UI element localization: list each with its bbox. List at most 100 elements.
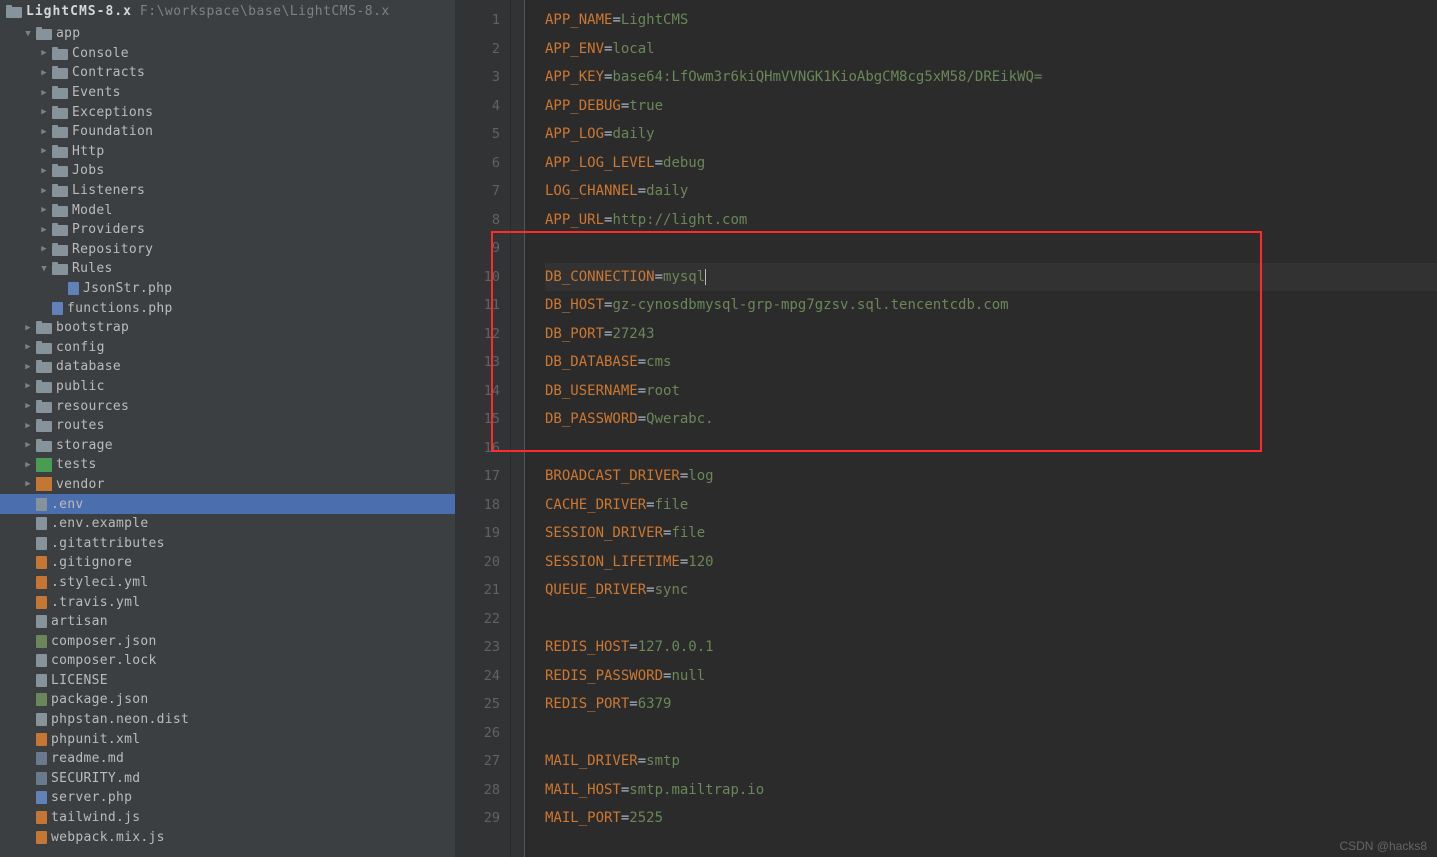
tree-item[interactable]: .env.example: [0, 514, 455, 534]
project-sidebar[interactable]: LightCMS-8.x F:\workspace\base\LightCMS-…: [0, 0, 455, 857]
tree-item[interactable]: public: [0, 377, 455, 397]
code-line[interactable]: DB_PASSWORD=Qwerabc.: [545, 405, 1437, 434]
chevron-right-icon[interactable]: [22, 439, 34, 451]
tree-item[interactable]: storage: [0, 435, 455, 455]
code-line[interactable]: MAIL_DRIVER=smtp: [545, 747, 1437, 776]
code-line[interactable]: APP_LOG=daily: [545, 120, 1437, 149]
code-line[interactable]: SESSION_DRIVER=file: [545, 519, 1437, 548]
code-line[interactable]: DB_DATABASE=cms: [545, 348, 1437, 377]
code-line[interactable]: APP_ENV=local: [545, 35, 1437, 64]
chevron-right-icon[interactable]: [38, 224, 50, 236]
tree-item[interactable]: phpunit.xml: [0, 729, 455, 749]
chevron-right-icon[interactable]: [38, 87, 50, 99]
tree-item[interactable]: readme.md: [0, 749, 455, 769]
tree-item[interactable]: package.json: [0, 690, 455, 710]
code-line[interactable]: DB_PORT=27243: [545, 320, 1437, 349]
code-line[interactable]: LOG_CHANNEL=daily: [545, 177, 1437, 206]
tree-item[interactable]: database: [0, 357, 455, 377]
tree-item[interactable]: bootstrap: [0, 318, 455, 338]
tree-item[interactable]: tests: [0, 455, 455, 475]
tree-item[interactable]: Console: [0, 44, 455, 64]
chevron-right-icon[interactable]: [22, 478, 34, 490]
code-line[interactable]: REDIS_PORT=6379: [545, 690, 1437, 719]
chevron-right-icon[interactable]: [38, 185, 50, 197]
chevron-right-icon[interactable]: [38, 47, 50, 59]
chevron-right-icon[interactable]: [38, 126, 50, 138]
tree-item[interactable]: resources: [0, 396, 455, 416]
code-line[interactable]: DB_CONNECTION=mysql: [545, 263, 1437, 292]
tree-item[interactable]: composer.lock: [0, 651, 455, 671]
code-line[interactable]: DB_USERNAME=root: [545, 377, 1437, 406]
project-tree[interactable]: appConsoleContractsEventsExceptionsFound…: [0, 22, 455, 849]
file-icon: [36, 517, 47, 530]
tree-item[interactable]: artisan: [0, 612, 455, 632]
tree-item[interactable]: webpack.mix.js: [0, 827, 455, 847]
chevron-down-icon[interactable]: [22, 28, 34, 40]
chevron-right-icon[interactable]: [38, 106, 50, 118]
tree-item[interactable]: JsonStr.php: [0, 279, 455, 299]
chevron-right-icon[interactable]: [22, 459, 34, 471]
code-line[interactable]: SESSION_LIFETIME=120: [545, 548, 1437, 577]
code-line[interactable]: BROADCAST_DRIVER=log: [545, 462, 1437, 491]
project-header[interactable]: LightCMS-8.x F:\workspace\base\LightCMS-…: [0, 0, 455, 22]
tree-item[interactable]: .travis.yml: [0, 592, 455, 612]
tree-item[interactable]: Providers: [0, 220, 455, 240]
code-line[interactable]: REDIS_HOST=127.0.0.1: [545, 633, 1437, 662]
chevron-right-icon[interactable]: [22, 400, 34, 412]
chevron-right-icon[interactable]: [22, 322, 34, 334]
tree-item[interactable]: Http: [0, 142, 455, 162]
tree-item[interactable]: Events: [0, 83, 455, 103]
spacer: [22, 831, 34, 843]
code-line[interactable]: MAIL_HOST=smtp.mailtrap.io: [545, 776, 1437, 805]
tree-item[interactable]: Contracts: [0, 63, 455, 83]
tree-item[interactable]: .styleci.yml: [0, 573, 455, 593]
code-line[interactable]: MAIL_PORT=2525: [545, 804, 1437, 833]
code-line[interactable]: REDIS_PASSWORD=null: [545, 662, 1437, 691]
chevron-right-icon[interactable]: [22, 341, 34, 353]
code-line[interactable]: APP_LOG_LEVEL=debug: [545, 149, 1437, 178]
editor-pane[interactable]: 1234567891011121314151617181920212223242…: [455, 0, 1437, 857]
code-line[interactable]: CACHE_DRIVER=file: [545, 491, 1437, 520]
tree-item[interactable]: composer.json: [0, 631, 455, 651]
tree-item[interactable]: Exceptions: [0, 102, 455, 122]
code-line[interactable]: [545, 434, 1437, 463]
chevron-right-icon[interactable]: [38, 145, 50, 157]
chevron-right-icon[interactable]: [38, 243, 50, 255]
code-line[interactable]: QUEUE_DRIVER=sync: [545, 576, 1437, 605]
chevron-right-icon[interactable]: [38, 204, 50, 216]
chevron-right-icon[interactable]: [22, 380, 34, 392]
chevron-right-icon[interactable]: [22, 420, 34, 432]
code-line[interactable]: APP_DEBUG=true: [545, 92, 1437, 121]
tree-item[interactable]: app: [0, 24, 455, 44]
tree-item[interactable]: Listeners: [0, 181, 455, 201]
chevron-down-icon[interactable]: [38, 263, 50, 275]
tree-item[interactable]: server.php: [0, 788, 455, 808]
code-line[interactable]: [545, 605, 1437, 634]
tree-item[interactable]: Foundation: [0, 122, 455, 142]
chevron-right-icon[interactable]: [22, 361, 34, 373]
tree-item[interactable]: Jobs: [0, 161, 455, 181]
tree-item[interactable]: .gitignore: [0, 553, 455, 573]
tree-item[interactable]: functions.php: [0, 298, 455, 318]
tree-item[interactable]: SECURITY.md: [0, 769, 455, 789]
code-line[interactable]: APP_NAME=LightCMS: [545, 6, 1437, 35]
tree-item[interactable]: vendor: [0, 475, 455, 495]
tree-item[interactable]: routes: [0, 416, 455, 436]
chevron-right-icon[interactable]: [38, 67, 50, 79]
tree-item[interactable]: .env: [0, 494, 455, 514]
code-line[interactable]: DB_HOST=gz-cynosdbmysql-grp-mpg7gzsv.sql…: [545, 291, 1437, 320]
tree-item[interactable]: LICENSE: [0, 671, 455, 691]
tree-item[interactable]: Model: [0, 200, 455, 220]
code-area[interactable]: APP_NAME=LightCMSAPP_ENV=localAPP_KEY=ba…: [525, 0, 1437, 857]
code-line[interactable]: [545, 719, 1437, 748]
tree-item[interactable]: .gitattributes: [0, 533, 455, 553]
tree-item[interactable]: Rules: [0, 259, 455, 279]
tree-item[interactable]: Repository: [0, 240, 455, 260]
tree-item[interactable]: phpstan.neon.dist: [0, 710, 455, 730]
tree-item[interactable]: tailwind.js: [0, 808, 455, 828]
code-line[interactable]: [545, 234, 1437, 263]
code-line[interactable]: APP_URL=http://light.com: [545, 206, 1437, 235]
chevron-right-icon[interactable]: [38, 165, 50, 177]
tree-item[interactable]: config: [0, 338, 455, 358]
code-line[interactable]: APP_KEY=base64:LfOwm3r6kiQHmVVNGK1KioAbg…: [545, 63, 1437, 92]
